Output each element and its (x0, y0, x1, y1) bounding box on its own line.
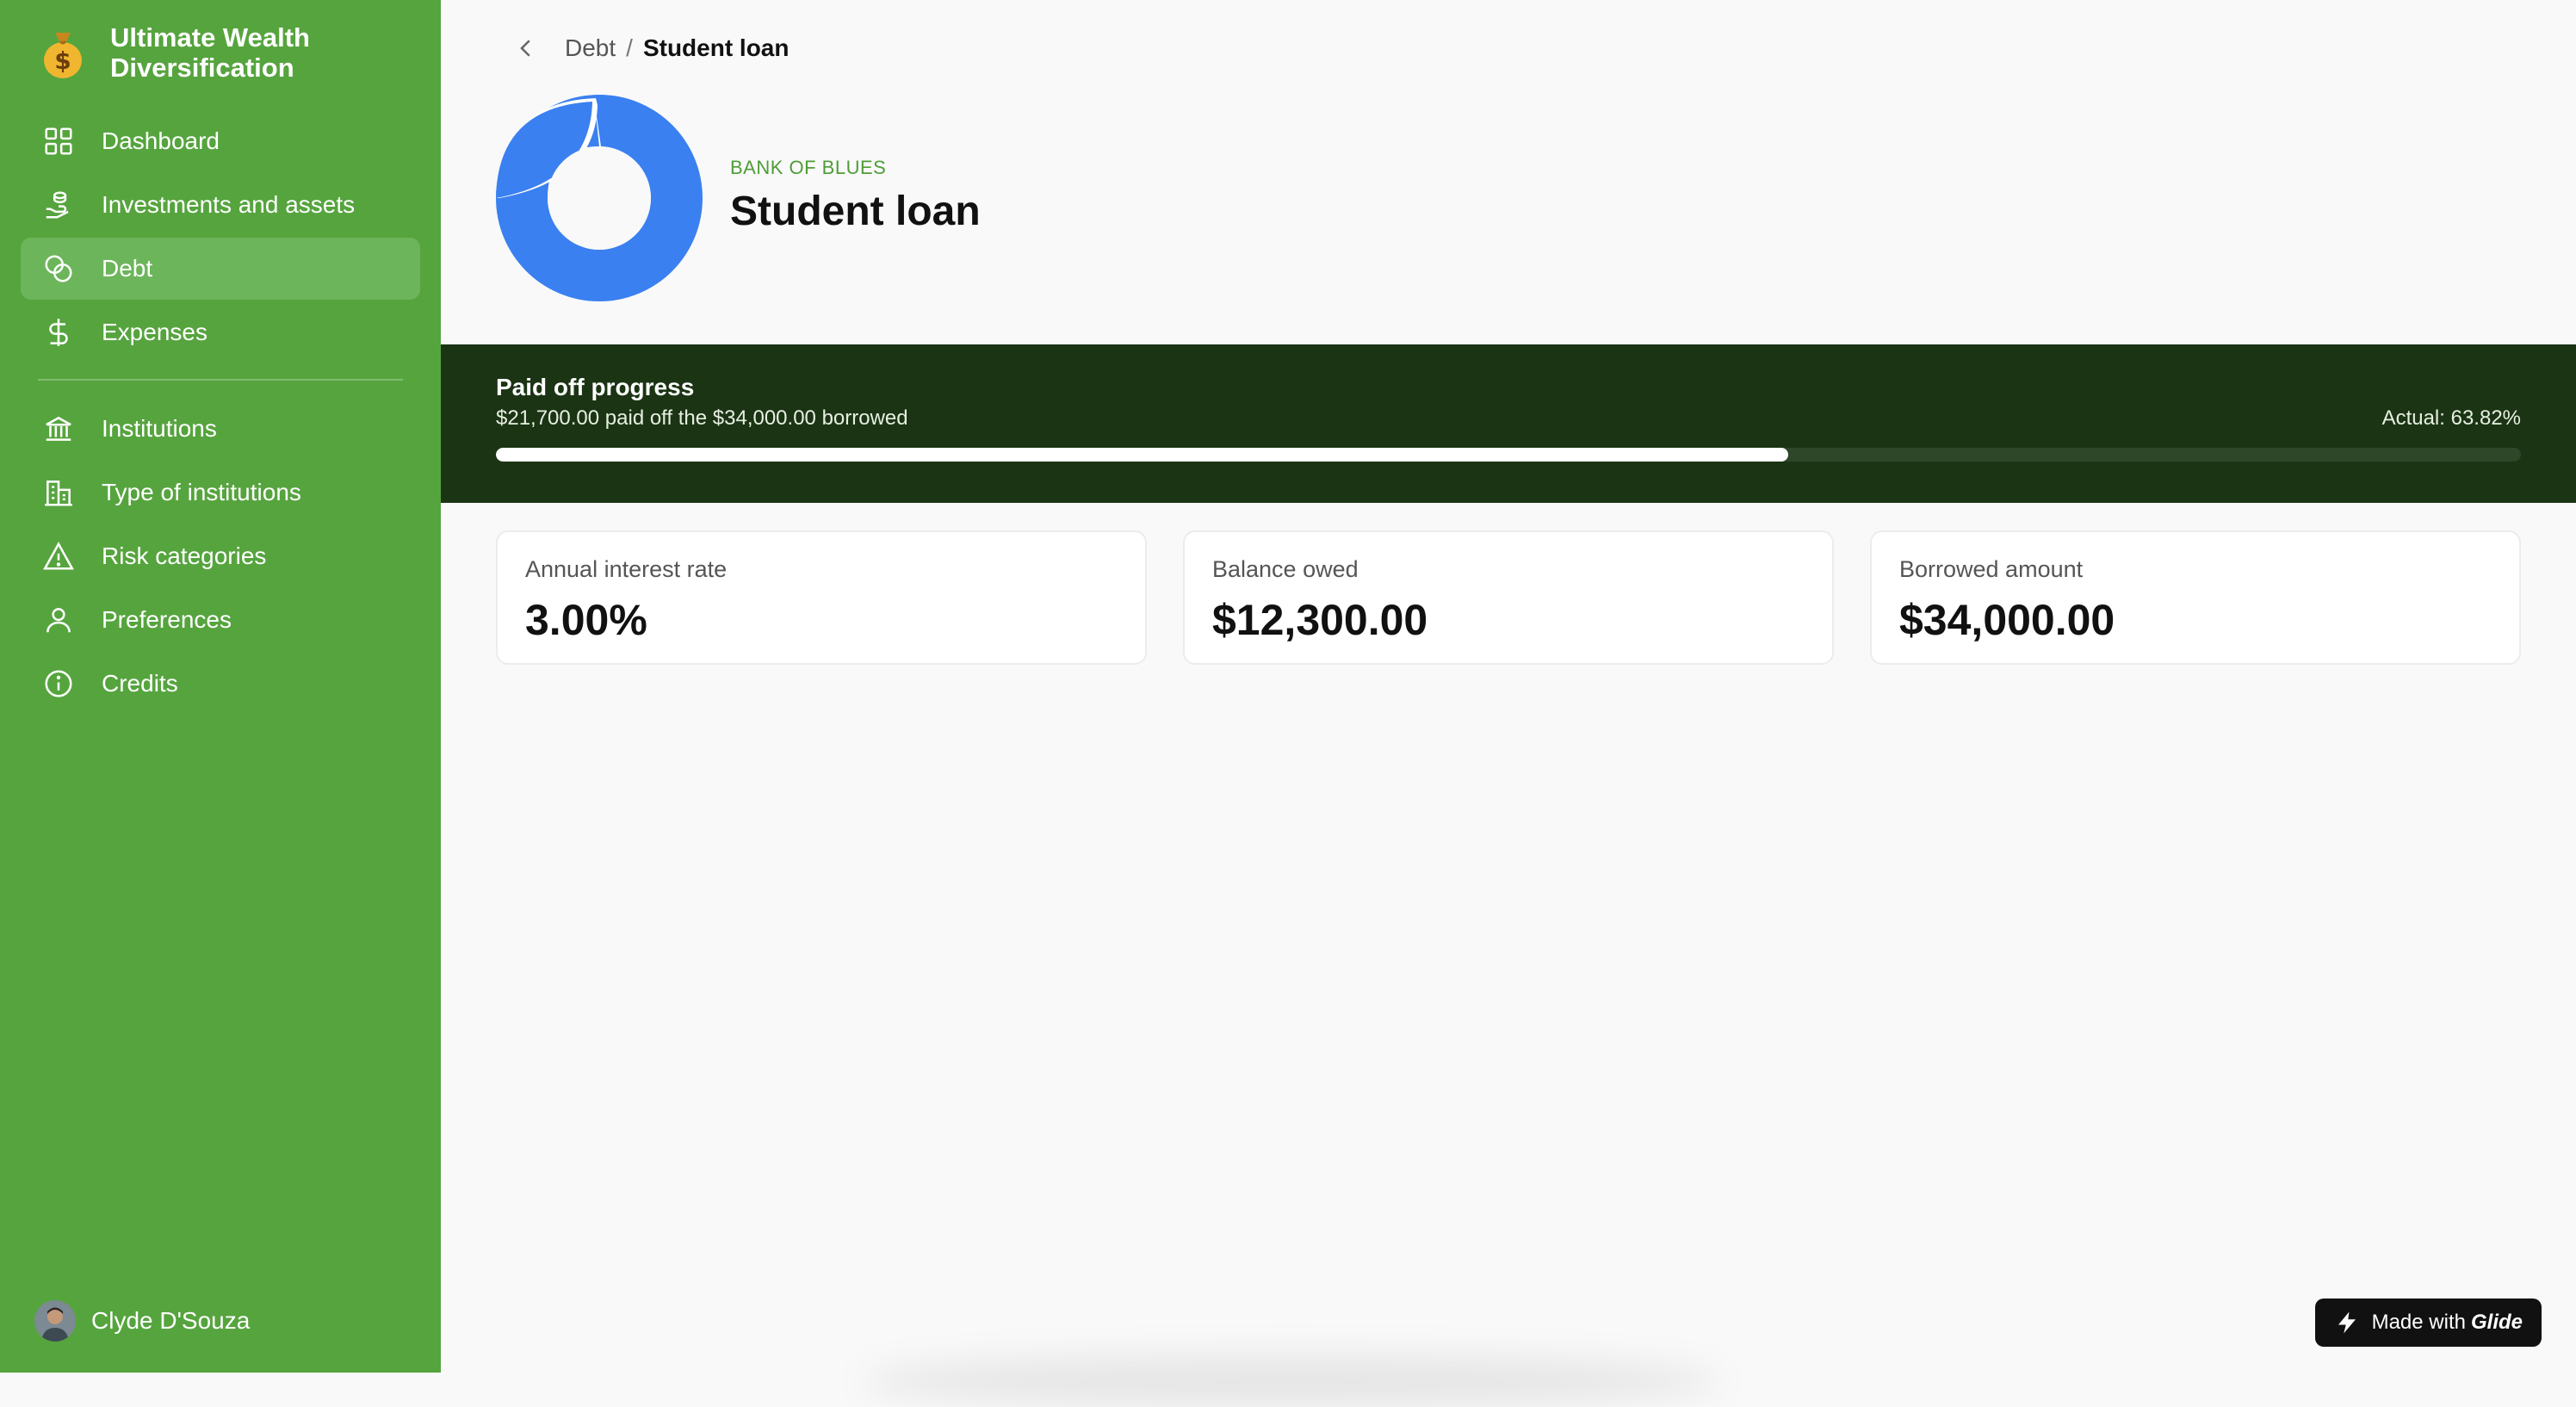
breadcrumb: Debt / Student loan (513, 31, 789, 65)
svg-text:$: $ (54, 46, 71, 75)
institution-name: BANK OF BLUES (730, 156, 887, 178)
badge-brand: Glide (2470, 1311, 2523, 1334)
user-profile[interactable]: Clyde D'Souza (34, 1300, 250, 1342)
money-bag-icon: $ (34, 24, 91, 81)
app-brand[interactable]: $ Ultimate Wealth Diversification (34, 22, 368, 83)
stat-card-interest-rate: Annual interest rate 3.00% (496, 530, 1147, 665)
stat-label: Borrowed amount (1899, 556, 2084, 582)
detail-header: BANK OF BLUES Student loan (496, 95, 981, 301)
stat-card-borrowed-amount: Borrowed amount $34,000.00 (1870, 530, 2521, 665)
sidebar-item-investments[interactable]: Investments and assets (21, 174, 420, 236)
sidebar-item-credits[interactable]: Credits (21, 653, 420, 715)
sidebar-item-label: Institutions (102, 415, 217, 442)
sidebar-nav: Dashboard Investments and assets Debt Ex… (21, 110, 420, 716)
breadcrumb-parent-link[interactable]: Debt (565, 34, 616, 62)
stat-cards: Annual interest rate 3.00% Balance owed … (496, 530, 2521, 665)
user-name: Clyde D'Souza (91, 1307, 251, 1334)
sidebar-item-label: Preferences (102, 606, 232, 633)
progress-title: Paid off progress (496, 374, 695, 400)
sidebar-item-label: Risk categories (102, 542, 267, 569)
stat-value: 3.00% (525, 596, 647, 644)
sidebar-item-label: Investments and assets (102, 191, 356, 218)
page-title: Student loan (730, 188, 981, 234)
sidebar-item-label: Debt (102, 255, 153, 282)
stat-value: $12,300.00 (1212, 596, 1428, 644)
back-chevron-icon[interactable] (513, 31, 539, 65)
sidebar: $ Ultimate Wealth Diversification Dashbo… (0, 0, 441, 1373)
sidebar-item-label: Dashboard (102, 127, 220, 154)
coins-icon (41, 251, 76, 286)
paid-off-progress-section: Paid off progress $21,700.00 paid off th… (441, 344, 2576, 503)
stat-card-balance-owed: Balance owed $12,300.00 (1183, 530, 1834, 665)
breadcrumb-current: Student loan (642, 34, 790, 61)
bank-icon (41, 412, 76, 446)
stat-value: $34,000.00 (1899, 596, 2115, 644)
grid-icon (41, 124, 76, 158)
warning-icon (41, 539, 76, 573)
badge-prefix: Made with (2371, 1311, 2466, 1334)
breadcrumb-separator: / (626, 34, 633, 61)
hand-coins-icon (41, 188, 76, 222)
building-icon (41, 475, 76, 510)
sidebar-item-risk-categories[interactable]: Risk categories (21, 525, 420, 587)
made-with-glide-badge[interactable]: Made with Glide (2314, 1299, 2542, 1347)
info-icon (41, 666, 76, 701)
sidebar-item-expenses[interactable]: Expenses (21, 301, 420, 363)
bolt-icon (2338, 1311, 2356, 1334)
app-title: Ultimate Wealth Diversification (110, 22, 310, 83)
progress-subtitle: $21,700.00 paid off the $34,000.00 borro… (496, 406, 908, 430)
dollar-icon (41, 315, 76, 350)
sidebar-item-debt[interactable]: Debt (21, 238, 420, 300)
sidebar-item-label: Credits (102, 670, 178, 697)
sidebar-item-label: Type of institutions (102, 479, 301, 505)
user-icon (41, 603, 76, 637)
bottom-shadow (861, 1355, 1722, 1407)
institution-logo (496, 95, 703, 301)
progress-bar (496, 448, 2521, 462)
sidebar-item-type-of-institutions[interactable]: Type of institutions (21, 462, 420, 524)
sidebar-item-preferences[interactable]: Preferences (21, 589, 420, 651)
stat-label: Balance owed (1212, 556, 1359, 582)
sidebar-item-dashboard[interactable]: Dashboard (21, 110, 420, 172)
sidebar-divider (38, 379, 403, 381)
avatar (34, 1300, 76, 1342)
sidebar-item-institutions[interactable]: Institutions (21, 398, 420, 460)
sidebar-item-label: Expenses (102, 319, 207, 345)
progress-actual: Actual: 63.82% (2381, 406, 2521, 430)
progress-bar-fill (496, 448, 1789, 462)
stat-label: Annual interest rate (525, 556, 728, 582)
